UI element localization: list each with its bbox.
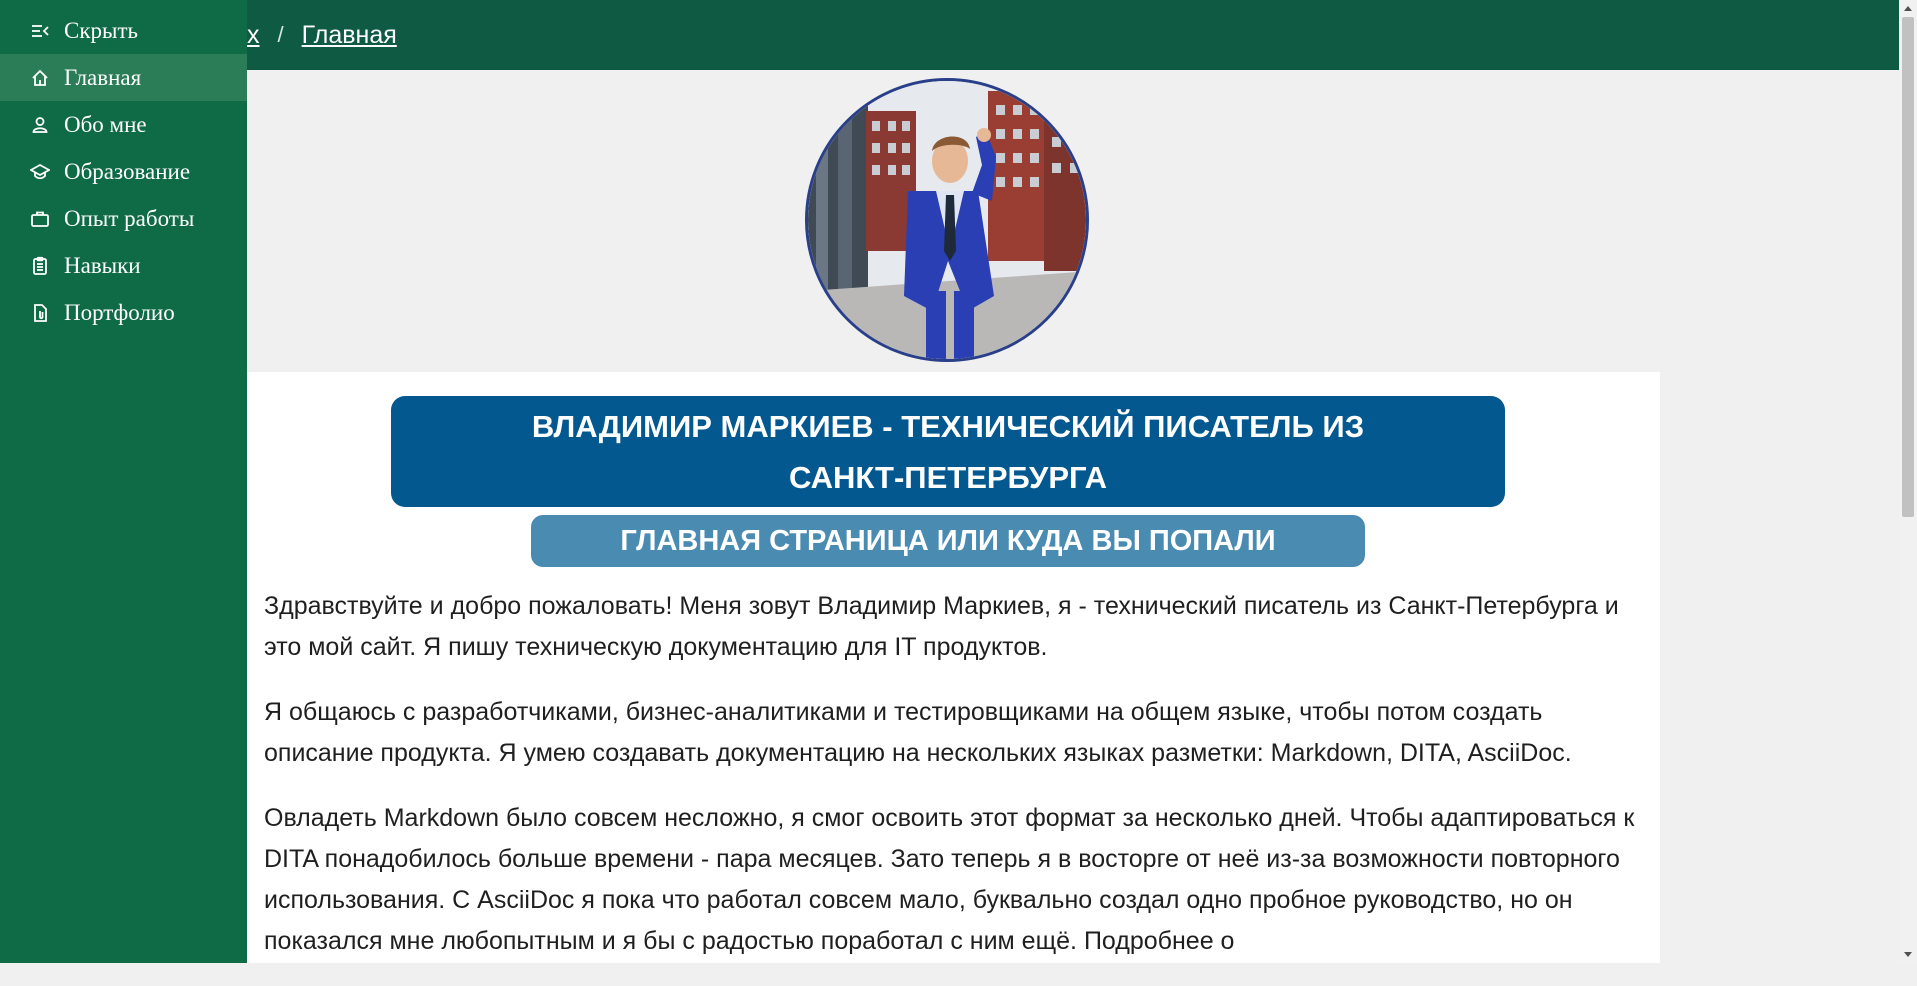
sidebar: Скрыть Главная Обо мне Образование Опыт …	[0, 0, 247, 963]
clipboard-icon	[30, 256, 50, 276]
home-icon	[30, 68, 50, 88]
user-icon	[30, 115, 50, 135]
graduation-cap-icon	[30, 162, 50, 182]
main-content: ВЛАДИМИР МАРКИЕВ - ТЕХНИЧЕСКИЙ ПИСАТЕЛЬ …	[247, 372, 1660, 963]
breadcrumb-current-link[interactable]: Главная	[302, 21, 397, 50]
breadcrumb-separator: /	[277, 22, 284, 47]
sidebar-item-label: Обо мне	[64, 111, 147, 137]
profile-photo-illustration	[808, 81, 1086, 359]
sidebar-item-label: Навыки	[64, 252, 141, 278]
scrollbar-thumb[interactable]	[1902, 17, 1914, 517]
sidebar-item-experience[interactable]: Опыт работы	[0, 195, 247, 242]
sidebar-item-education[interactable]: Образование	[0, 148, 247, 195]
header: x / Главная	[247, 0, 1899, 70]
briefcase-icon	[30, 209, 50, 229]
sidebar-item-home[interactable]: Главная	[0, 54, 247, 101]
sidebar-item-about[interactable]: Обо мне	[0, 101, 247, 148]
sidebar-item-hide[interactable]: Скрыть	[0, 7, 247, 54]
paragraph: Здравствуйте и добро пожаловать! Меня зо…	[264, 592, 1619, 661]
paragraph: Овладеть Markdown было совсем несложно, …	[264, 804, 1635, 955]
sidebar-item-label: Скрыть	[64, 17, 139, 43]
scroll-up-arrow-icon[interactable]	[1899, 0, 1917, 17]
collapse-icon	[30, 21, 50, 41]
sidebar-item-label: Портфолио	[64, 299, 175, 325]
page-subtitle: ГЛАВНАЯ СТРАНИЦА ИЛИ КУДА ВЫ ПОПАЛИ	[531, 515, 1365, 567]
paragraph: Я общаюсь с разработчиками, бизнес-анали…	[264, 698, 1572, 767]
sidebar-item-portfolio[interactable]: Портфолио	[0, 289, 247, 336]
breadcrumb: x / Главная	[247, 21, 397, 50]
page-title: ВЛАДИМИР МАРКИЕВ - ТЕХНИЧЕСКИЙ ПИСАТЕЛЬ …	[391, 396, 1505, 507]
sidebar-item-label: Главная	[64, 64, 142, 90]
sidebar-item-label: Образование	[64, 158, 191, 184]
sidebar-item-label: Опыт работы	[64, 205, 195, 231]
intro-text: Здравствуйте и добро пожаловать! Меня зо…	[264, 586, 1654, 986]
sidebar-item-skills[interactable]: Навыки	[0, 242, 247, 289]
breadcrumb-root-link[interactable]: x	[247, 21, 260, 50]
profile-photo	[805, 78, 1089, 362]
page-scrollbar[interactable]	[1899, 0, 1917, 963]
file-icon	[30, 303, 50, 323]
scroll-down-arrow-icon[interactable]	[1899, 946, 1917, 963]
